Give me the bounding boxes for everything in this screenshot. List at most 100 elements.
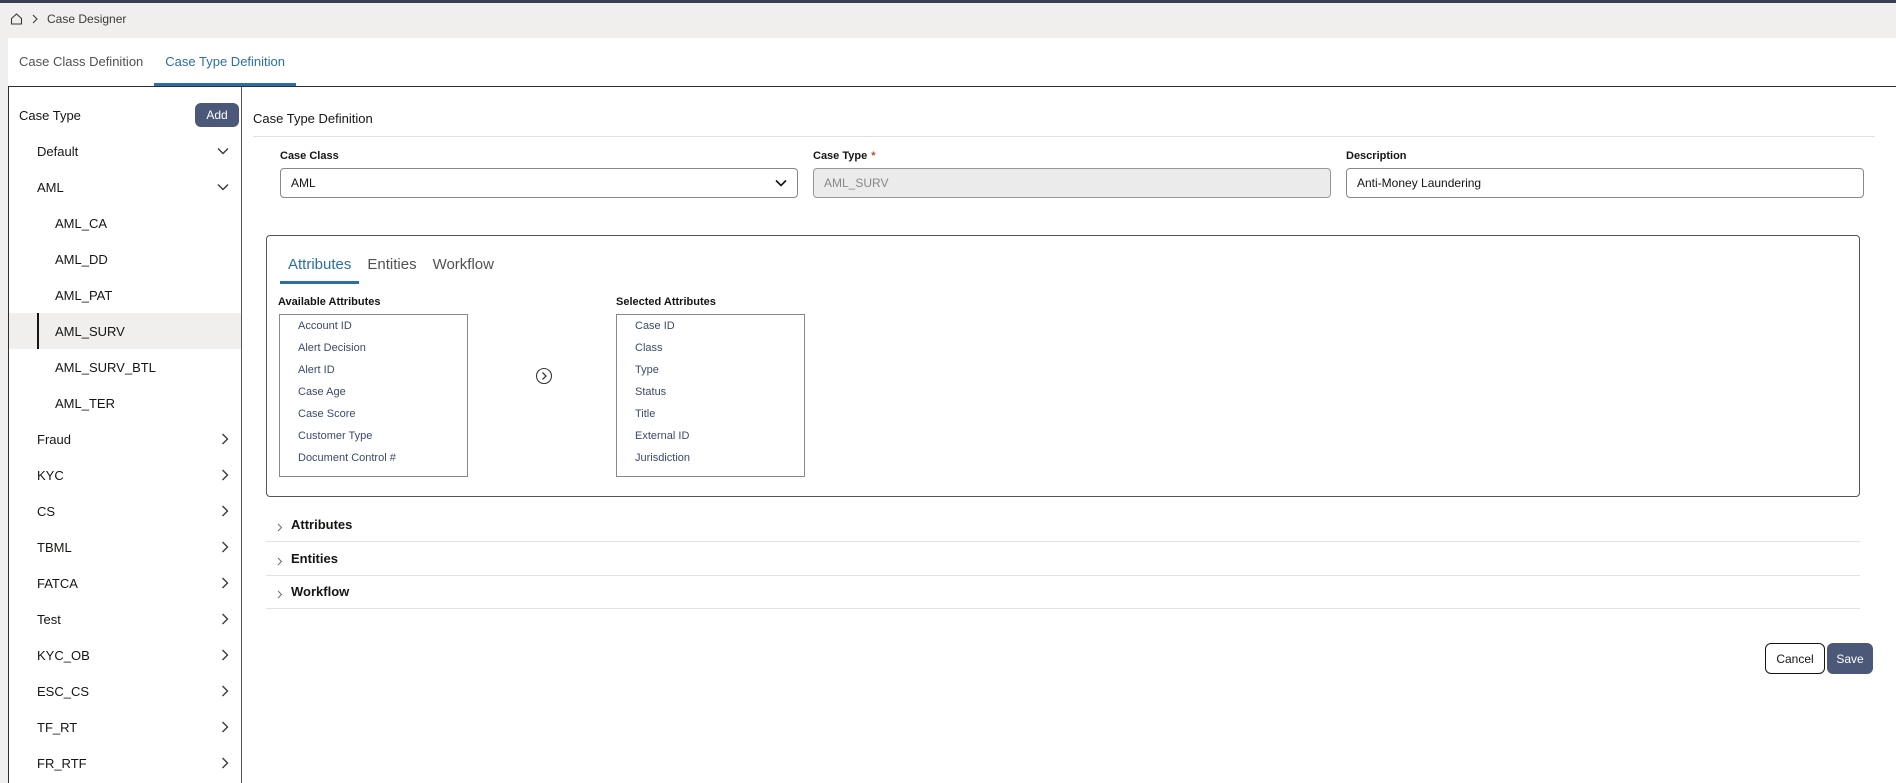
accordion-label: Workflow [291, 584, 350, 599]
list-item[interactable]: Customer Type [280, 425, 467, 447]
tree-item[interactable]: TF_RT [9, 709, 241, 745]
case-class-value: AML [291, 176, 316, 190]
tree-item-label: Default [37, 143, 79, 159]
tree-item[interactable]: FATCA [9, 565, 241, 601]
list-item[interactable]: Type [617, 359, 804, 381]
tree-item-label: CS [37, 503, 56, 519]
tree-item-label: Test [37, 611, 61, 627]
tree-item[interactable]: AML_SURV [9, 313, 241, 349]
tree-item[interactable]: FR_RTF [9, 745, 241, 781]
tree-item-label: TF_RT [37, 719, 78, 735]
chevron-right-icon[interactable] [221, 685, 229, 697]
page-tabs: Case Class Definition Case Type Definiti… [8, 38, 1896, 86]
save-button[interactable]: Save [1827, 643, 1873, 674]
tree-item-label: KYC [37, 467, 64, 483]
chevron-right-icon[interactable] [221, 649, 229, 661]
tree-item-label: FR_RTF [37, 755, 87, 771]
available-attributes-list[interactable]: Account ID Alert Decision Alert ID Case Age… [279, 314, 468, 477]
tree-item[interactable]: Default [9, 133, 241, 169]
case-type-sidebar: Case Type Add Default AML AML_CA AML_DD AML_… [9, 87, 242, 783]
cancel-button[interactable]: Cancel [1765, 643, 1825, 674]
tree-item-label: Fraud [37, 431, 71, 447]
section-title: Case Type Definition [253, 103, 1875, 137]
tree-item[interactable]: Fraud [9, 421, 241, 457]
list-item[interactable]: Title [617, 403, 804, 425]
tree-item[interactable]: TBML [9, 529, 241, 565]
case-type-label: Case Type * [813, 150, 1331, 164]
case-class-select[interactable]: AML [280, 168, 798, 198]
tree-item[interactable]: KYC [9, 457, 241, 493]
add-button[interactable]: Add [195, 103, 239, 127]
tree-item[interactable]: ESC_CS [9, 673, 241, 709]
accordion-workflow[interactable]: Workflow [266, 575, 1860, 609]
description-input[interactable]: Anti-Money Laundering [1346, 168, 1864, 198]
arrow-circle-right-icon [535, 367, 553, 385]
tree-item[interactable]: AML [9, 169, 241, 205]
list-item[interactable]: Jurisdiction [617, 447, 804, 469]
chevron-right-icon [277, 587, 291, 602]
tree-item-label: AML_TER [55, 395, 115, 411]
tree-item-label: FATCA [37, 575, 78, 591]
chevron-down-icon[interactable] [217, 147, 229, 155]
tree-item[interactable]: AML_SURV_BTL [9, 349, 241, 385]
tree-item-label: AML_SURV_BTL [55, 359, 156, 375]
list-item[interactable]: Case Age [280, 381, 467, 403]
tree-item[interactable]: AML_DD [9, 241, 241, 277]
tree-item[interactable]: AML_PAT [9, 277, 241, 313]
accordion-entities[interactable]: Entities [266, 542, 1860, 576]
tree-item[interactable]: AML_CA [9, 205, 241, 241]
tree-item-label: ESC_CS [37, 683, 90, 699]
chevron-right-icon[interactable] [221, 613, 229, 625]
list-item[interactable]: Alert Decision [280, 337, 467, 359]
case-type-input: AML_SURV [813, 168, 1331, 198]
inner-tab-attributes[interactable]: Attributes [280, 256, 360, 284]
tree-item-label: AML_PAT [55, 287, 113, 303]
selected-attributes-list[interactable]: Case ID Class Type Status Title External ID Ju… [616, 314, 805, 477]
case-type-tree: Default AML AML_CA AML_DD AML_PAT AML_SURV AML… [9, 133, 241, 781]
available-attributes-label: Available Attributes [278, 296, 381, 308]
breadcrumb: Case Designer [0, 3, 1896, 35]
chevron-right-icon[interactable] [221, 541, 229, 553]
home-icon[interactable] [10, 13, 23, 25]
tree-item-label: KYC_OB [37, 647, 90, 663]
tree-item[interactable]: CS [9, 493, 241, 529]
list-item[interactable]: Alert ID [280, 359, 467, 381]
tree-item-label: AML [37, 179, 64, 195]
required-mark: * [871, 150, 876, 162]
tree-item[interactable]: AML_TER [9, 385, 241, 421]
move-right-button[interactable] [535, 367, 553, 385]
chevron-right-icon[interactable] [221, 757, 229, 769]
chevron-right-icon[interactable] [221, 469, 229, 481]
list-item[interactable]: Class [617, 337, 804, 359]
tree-item-label: AML_DD [55, 251, 108, 267]
main-panel: Case Type Add Default AML AML_CA AML_DD AML_… [8, 86, 1896, 783]
chevron-right-icon [31, 14, 39, 24]
tree-item[interactable]: Test [9, 601, 241, 637]
chevron-right-icon[interactable] [221, 577, 229, 589]
attributes-panel: Attributes Entities Workflow Available Att… [266, 235, 1860, 497]
tree-item-label: AML_SURV [55, 323, 125, 339]
list-item[interactable]: Account ID [280, 315, 467, 337]
list-item[interactable]: Status [617, 381, 804, 403]
accordion-label: Attributes [291, 517, 353, 532]
tab-case-type-definition[interactable]: Case Type Definition [154, 54, 296, 86]
tab-case-class-definition[interactable]: Case Class Definition [19, 54, 143, 86]
breadcrumb-current[interactable]: Case Designer [47, 12, 126, 26]
list-item[interactable]: Case ID [617, 315, 804, 337]
accordion-attributes[interactable]: Attributes [266, 508, 1860, 542]
tree-item-label: AML_CA [55, 215, 108, 231]
tree-item-label: TBML [37, 539, 72, 555]
case-type-label-text: Case Type [813, 150, 868, 162]
inner-tab-workflow[interactable]: Workflow [425, 256, 502, 284]
list-item[interactable]: Case Score [280, 403, 467, 425]
list-item[interactable]: External ID [617, 425, 804, 447]
chevron-right-icon[interactable] [221, 721, 229, 733]
case-class-label: Case Class [280, 150, 339, 162]
case-class-field: Case Class AML [280, 150, 798, 198]
chevron-right-icon[interactable] [221, 433, 229, 445]
inner-tab-entities[interactable]: Entities [359, 256, 424, 284]
chevron-down-icon[interactable] [217, 183, 229, 191]
tree-item[interactable]: KYC_OB [9, 637, 241, 673]
list-item[interactable]: Document Control # [280, 447, 467, 469]
chevron-right-icon[interactable] [221, 505, 229, 517]
